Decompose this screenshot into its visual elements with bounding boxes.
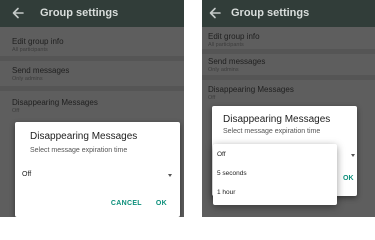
setting-send-messages[interactable]: Send messages Only admins <box>12 66 180 82</box>
divider <box>202 49 375 54</box>
setting-edit-group-info[interactable]: Edit group info All participants <box>208 32 371 48</box>
disappearing-messages-dialog: Disappearing Messages Select message exp… <box>15 122 180 217</box>
setting-subtitle: Only admins <box>208 67 239 73</box>
setting-title: Send messages <box>12 66 70 75</box>
app-bar: Group settings <box>202 0 375 27</box>
page-title: Group settings <box>40 7 119 19</box>
dialog-title: Disappearing Messages <box>30 131 138 142</box>
setting-subtitle: Only admins <box>12 76 43 82</box>
setting-subtitle: All participants <box>12 47 48 53</box>
ok-button[interactable]: OK <box>156 200 167 207</box>
screenshot-left: Group settings Edit group info All parti… <box>0 0 184 217</box>
dialog-subtitle: Select message expiration time <box>30 147 128 154</box>
divider <box>202 75 375 80</box>
expiration-time-select[interactable]: Off <box>22 170 172 184</box>
screenshot-right: Group settings Edit group info All parti… <box>202 0 375 217</box>
selected-value: Off <box>22 171 32 178</box>
dropdown-option[interactable]: 1 hour <box>217 189 235 196</box>
setting-title: Disappearing Messages <box>12 98 98 107</box>
caret-down-icon <box>351 154 355 157</box>
dialog-actions: CANCEL OK <box>111 200 167 207</box>
divider <box>0 56 184 61</box>
dialog-title: Disappearing Messages <box>223 114 331 125</box>
arrow-left-icon[interactable] <box>208 6 222 20</box>
dropdown-option[interactable]: Off <box>217 151 226 158</box>
setting-title: Edit group info <box>208 32 260 41</box>
arrow-left-icon[interactable] <box>11 6 25 20</box>
setting-subtitle: Off <box>12 108 20 114</box>
setting-title: Edit group info <box>12 37 64 46</box>
dialog-subtitle: Select message expiration time <box>223 128 321 135</box>
setting-send-messages[interactable]: Send messages Only admins <box>208 57 371 73</box>
ok-button[interactable]: OK <box>343 175 354 182</box>
divider <box>0 86 184 91</box>
page-title: Group settings <box>231 7 310 19</box>
cancel-button[interactable]: CANCEL <box>111 200 142 207</box>
dropdown-option[interactable]: 5 seconds <box>217 170 247 177</box>
caret-down-icon <box>168 174 172 177</box>
setting-disappearing-messages[interactable]: Disappearing Messages Off <box>12 98 180 114</box>
setting-subtitle: All participants <box>208 42 244 48</box>
setting-disappearing-messages[interactable]: Disappearing Messages Off <box>208 85 371 101</box>
setting-edit-group-info[interactable]: Edit group info All participants <box>12 37 180 53</box>
setting-title: Disappearing Messages <box>208 85 294 94</box>
setting-subtitle: Off <box>208 95 216 101</box>
setting-title: Send messages <box>208 57 266 66</box>
app-bar: Group settings <box>0 0 184 27</box>
expiration-time-dropdown: Off 5 seconds 1 hour <box>213 144 337 205</box>
